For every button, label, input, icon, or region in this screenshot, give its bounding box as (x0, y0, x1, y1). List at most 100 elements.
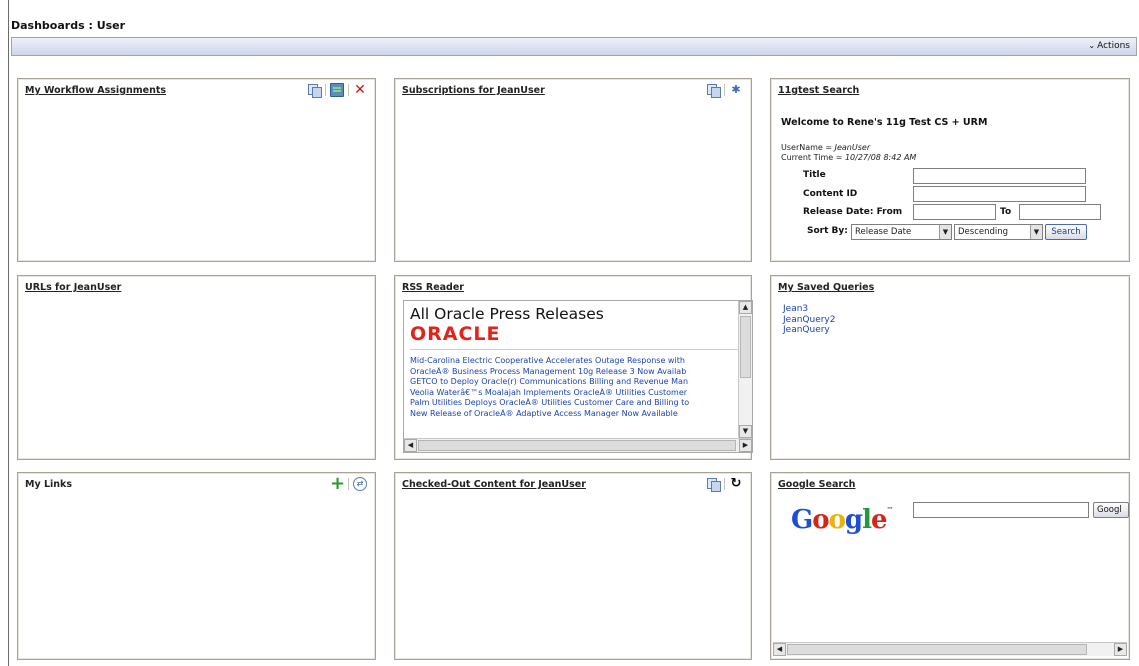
saved-query-link[interactable]: JeanQuery (783, 325, 836, 336)
horizontal-scrollbar[interactable]: ◀ ▶ (773, 642, 1127, 656)
rss-item[interactable]: GETCO to Deploy Oracle(r) Communications… (410, 377, 738, 388)
google-logo: Google™ (791, 505, 894, 535)
panel-google-search: Google Search Google™ Googl ◀ ▶ (770, 472, 1130, 660)
rss-item[interactable]: Palm Utilities Deploys OracleÂ® Utilitie… (410, 398, 738, 409)
panel-title[interactable]: Checked-Out Content for JeanUser (402, 479, 586, 490)
refresh-icon[interactable]: ↻ (729, 477, 743, 491)
copy-icon[interactable] (706, 477, 721, 492)
divider (724, 478, 725, 490)
scroll-thumb[interactable] (787, 644, 1087, 655)
scroll-thumb[interactable] (418, 440, 736, 451)
trademark-mark: ™ (886, 505, 894, 514)
scroll-thumb[interactable] (740, 316, 751, 378)
scroll-right-icon[interactable]: ▶ (739, 439, 752, 452)
content-id-label: Content ID (803, 189, 858, 199)
divider (348, 478, 349, 490)
saved-query-link[interactable]: Jean3 (783, 304, 836, 315)
sort-order-select[interactable]: Descending ▼ (954, 224, 1043, 240)
username-value: JeanUser (834, 143, 871, 152)
user-meta: UserName = JeanUser Current Time = 10/27… (781, 143, 916, 163)
release-date-from-field[interactable] (913, 204, 996, 220)
saved-query-list: Jean3 JeanQuery2 JeanQuery (783, 304, 836, 336)
panel-workflow-assignments: My Workflow Assignments ✕ (17, 78, 376, 262)
actions-menu-button[interactable]: ⌄ Actions (1088, 41, 1130, 51)
page-title: Dashboards : User (11, 19, 126, 32)
panel-tools: ✱ (706, 83, 743, 98)
chevron-down-icon: ⌄ (1088, 41, 1096, 50)
edit-icon[interactable] (330, 83, 344, 97)
panel-title[interactable]: Google Search (778, 479, 855, 490)
actions-label: Actions (1097, 41, 1130, 51)
panel-my-links: My Links + ⇄ (17, 472, 376, 660)
rss-item[interactable]: OracleÂ® Business Process Management 10g… (410, 367, 738, 378)
divider (325, 84, 326, 96)
scroll-left-icon[interactable]: ◀ (404, 439, 417, 452)
logo-letter: o (828, 505, 846, 535)
logo-letter: g (844, 505, 863, 535)
release-date-to-field[interactable] (1019, 204, 1101, 220)
sort-order-value: Descending (958, 227, 1009, 237)
panel-checked-out-content: Checked-Out Content for JeanUser ↻ (394, 472, 752, 660)
reorder-icon[interactable]: ⇄ (353, 477, 367, 491)
panel-title[interactable]: My Workflow Assignments (25, 85, 166, 96)
oracle-logo: ORACLE (410, 323, 501, 345)
chevron-down-icon: ▼ (1030, 225, 1042, 239)
logo-letter: o (812, 505, 829, 535)
panel-11gtest-search: 11gtest Search Welcome to Rene's 11g Tes… (770, 78, 1130, 262)
rss-feed-heading: All Oracle Press Releases (410, 305, 604, 323)
close-icon[interactable]: ✕ (353, 83, 367, 97)
divider (724, 84, 725, 96)
horizontal-scrollbar[interactable]: ◀ ▶ (404, 438, 752, 452)
panel-tools: ✕ (307, 83, 367, 98)
scroll-left-icon[interactable]: ◀ (773, 643, 786, 656)
logo-letter: e (870, 505, 888, 535)
add-icon[interactable]: + (330, 475, 345, 493)
logo-letter: l (862, 505, 872, 535)
divider (410, 349, 738, 350)
panel-title[interactable]: URLs for JeanUser (25, 282, 121, 293)
google-search-input[interactable] (913, 502, 1089, 518)
sort-field-value: Release Date (855, 227, 912, 237)
copy-icon[interactable] (307, 83, 322, 98)
vertical-scrollbar[interactable]: ▲ ▼ (738, 301, 752, 438)
panel-title[interactable]: My Saved Queries (778, 282, 874, 293)
panel-rss-reader: RSS Reader All Oracle Press Releases ORA… (394, 275, 753, 460)
panel-subscriptions: Subscriptions for JeanUser ✱ (394, 78, 752, 262)
copy-icon[interactable] (706, 83, 721, 98)
title-field[interactable] (913, 168, 1086, 184)
rss-item-list: Mid-Carolina Electric Cooperative Accele… (410, 356, 738, 420)
content-id-field[interactable] (913, 186, 1086, 202)
to-label: To (1000, 207, 1012, 217)
rss-item[interactable]: Veolia Waterâ€™s Moalajah Implements Ora… (410, 388, 738, 399)
panel-tools: ↻ (706, 477, 743, 492)
panel-urls: URLs for JeanUser (17, 275, 376, 460)
google-search-button[interactable]: Googl (1093, 502, 1129, 518)
rss-item[interactable]: Mid-Carolina Electric Cooperative Accele… (410, 356, 738, 367)
chevron-down-icon: ▼ (939, 225, 951, 239)
scroll-up-icon[interactable]: ▲ (739, 301, 752, 314)
panel-title[interactable]: 11gtest Search (778, 85, 859, 96)
panel-title: My Links (25, 479, 72, 490)
time-value: 10/27/08 8:42 AM (844, 153, 917, 162)
time-label: Current Time = (781, 153, 845, 162)
welcome-message: Welcome to Rene's 11g Test CS + URM (781, 117, 988, 128)
panel-tools: + ⇄ (330, 475, 367, 493)
logo-letter: G (791, 505, 813, 535)
saved-query-link[interactable]: JeanQuery2 (783, 315, 836, 326)
sort-by-label: Sort By: (807, 226, 848, 236)
scroll-right-icon[interactable]: ▶ (1114, 643, 1127, 656)
rss-item[interactable]: New Release of OracleÂ® Adaptive Access … (410, 409, 738, 420)
actions-toolbar: ⌄ Actions (11, 37, 1137, 56)
panel-title[interactable]: RSS Reader (402, 282, 464, 293)
scroll-down-icon[interactable]: ▼ (739, 425, 752, 438)
settings-icon[interactable]: ✱ (729, 83, 743, 97)
divider (348, 84, 349, 96)
panel-saved-queries: My Saved Queries Jean3 JeanQuery2 JeanQu… (770, 275, 1130, 460)
title-label: Title (803, 170, 826, 180)
search-button[interactable]: Search (1045, 224, 1087, 240)
username-label: UserName = (781, 143, 835, 152)
rss-feed-frame: All Oracle Press Releases ORACLE Mid-Car… (403, 300, 753, 453)
release-date-label: Release Date: From (803, 207, 903, 217)
sort-field-select[interactable]: Release Date ▼ (851, 224, 952, 240)
panel-title[interactable]: Subscriptions for JeanUser (402, 85, 545, 96)
